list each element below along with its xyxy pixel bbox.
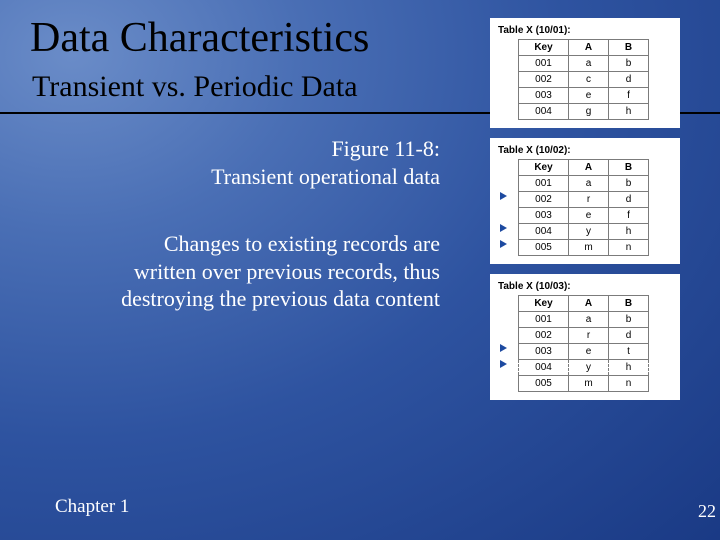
slide-title: Data Characteristics (30, 14, 369, 62)
table-row: 002rd (519, 328, 649, 344)
table-row: 004yh (519, 224, 649, 240)
table-cell: c (569, 72, 609, 88)
table-cell: f (609, 208, 649, 224)
table-cell: n (609, 376, 649, 392)
table-cell: 002 (519, 192, 569, 208)
table-gap (490, 128, 680, 138)
table-header-cell: Key (519, 296, 569, 312)
figure-caption-line1: Figure 11-8: (331, 136, 440, 161)
table-cell: f (609, 88, 649, 104)
row-marker-icon (500, 240, 507, 248)
table-row: 003ef (519, 208, 649, 224)
table-cell: y (569, 360, 609, 376)
table-row: 004yh (519, 360, 649, 376)
footer-chapter: Chapter 1 (55, 496, 129, 518)
table-cell: 005 (519, 240, 569, 256)
table-cell: 005 (519, 376, 569, 392)
table-cell: 003 (519, 344, 569, 360)
table-cell: d (609, 72, 649, 88)
table-row: 004gh (519, 104, 649, 120)
table-caption: Table X (10/03): (494, 278, 676, 295)
table-header-cell: Key (519, 160, 569, 176)
table-cell: y (569, 224, 609, 240)
table-cell: 004 (519, 104, 569, 120)
table-header-cell: Key (519, 40, 569, 56)
body-line1: Changes to existing records are (164, 231, 440, 256)
data-table: KeyAB001ab002cd003ef004gh (518, 39, 649, 120)
table-row: 001ab (519, 176, 649, 192)
table-header-cell: A (569, 296, 609, 312)
table-header-cell: A (569, 40, 609, 56)
table-wrap: Table X (10/03):KeyAB001ab002rd003et004y… (490, 274, 680, 400)
data-table: KeyAB001ab002rd003et004yh005mn (518, 295, 649, 392)
table-row: 005mn (519, 376, 649, 392)
table-cell: e (569, 208, 609, 224)
table-cell: t (609, 344, 649, 360)
table-wrap: Table X (10/01):KeyAB001ab002cd003ef004g… (490, 18, 680, 128)
table-cell: 001 (519, 176, 569, 192)
table-cell: b (609, 176, 649, 192)
table-cell: h (609, 104, 649, 120)
table-row: 001ab (519, 56, 649, 72)
table-cell: 003 (519, 208, 569, 224)
table-cell: r (569, 192, 609, 208)
table-header-cell: B (609, 160, 649, 176)
table-row: 003et (519, 344, 649, 360)
table-cell: 004 (519, 224, 569, 240)
table-header-cell: B (609, 296, 649, 312)
data-table: KeyAB001ab002rd003ef004yh005mn (518, 159, 649, 256)
row-marker-icon (500, 344, 507, 352)
table-cell: 004 (519, 360, 569, 376)
row-marker-icon (500, 224, 507, 232)
table-cell: 002 (519, 72, 569, 88)
table-row: 002rd (519, 192, 649, 208)
table-cell: e (569, 344, 609, 360)
slide-subtitle: Transient vs. Periodic Data (32, 70, 358, 104)
table-cell: 002 (519, 328, 569, 344)
row-marker-icon (500, 192, 507, 200)
table-header-cell: A (569, 160, 609, 176)
table-cell: n (609, 240, 649, 256)
table-cell: m (569, 240, 609, 256)
footer-page-number: 22 (698, 501, 716, 522)
table-cell: a (569, 312, 609, 328)
table-cell: 001 (519, 312, 569, 328)
table-cell: a (569, 56, 609, 72)
table-cell: e (569, 88, 609, 104)
table-cell: h (609, 224, 649, 240)
table-cell: d (609, 328, 649, 344)
table-caption: Table X (10/02): (494, 142, 676, 159)
body-text: Changes to existing records are written … (60, 230, 440, 313)
figure-caption-line2: Transient operational data (211, 164, 440, 189)
row-marker-icon (500, 360, 507, 368)
table-gap (490, 264, 680, 274)
body-line2: written over previous records, thus (134, 259, 440, 284)
table-cell: b (609, 56, 649, 72)
body-line3: destroying the previous data content (121, 286, 440, 311)
table-row: 005mn (519, 240, 649, 256)
table-row: 003ef (519, 88, 649, 104)
figure-caption: Figure 11-8: Transient operational data (60, 135, 440, 190)
table-caption: Table X (10/01): (494, 22, 676, 39)
tables-column: Table X (10/01):KeyAB001ab002cd003ef004g… (490, 18, 680, 400)
table-row: 001ab (519, 312, 649, 328)
table-cell: m (569, 376, 609, 392)
table-cell: b (609, 312, 649, 328)
table-cell: a (569, 176, 609, 192)
table-cell: g (569, 104, 609, 120)
table-cell: 001 (519, 56, 569, 72)
table-wrap: Table X (10/02):KeyAB001ab002rd003ef004y… (490, 138, 680, 264)
table-cell: r (569, 328, 609, 344)
table-cell: h (609, 360, 649, 376)
table-cell: d (609, 192, 649, 208)
table-header-cell: B (609, 40, 649, 56)
table-row: 002cd (519, 72, 649, 88)
table-cell: 003 (519, 88, 569, 104)
